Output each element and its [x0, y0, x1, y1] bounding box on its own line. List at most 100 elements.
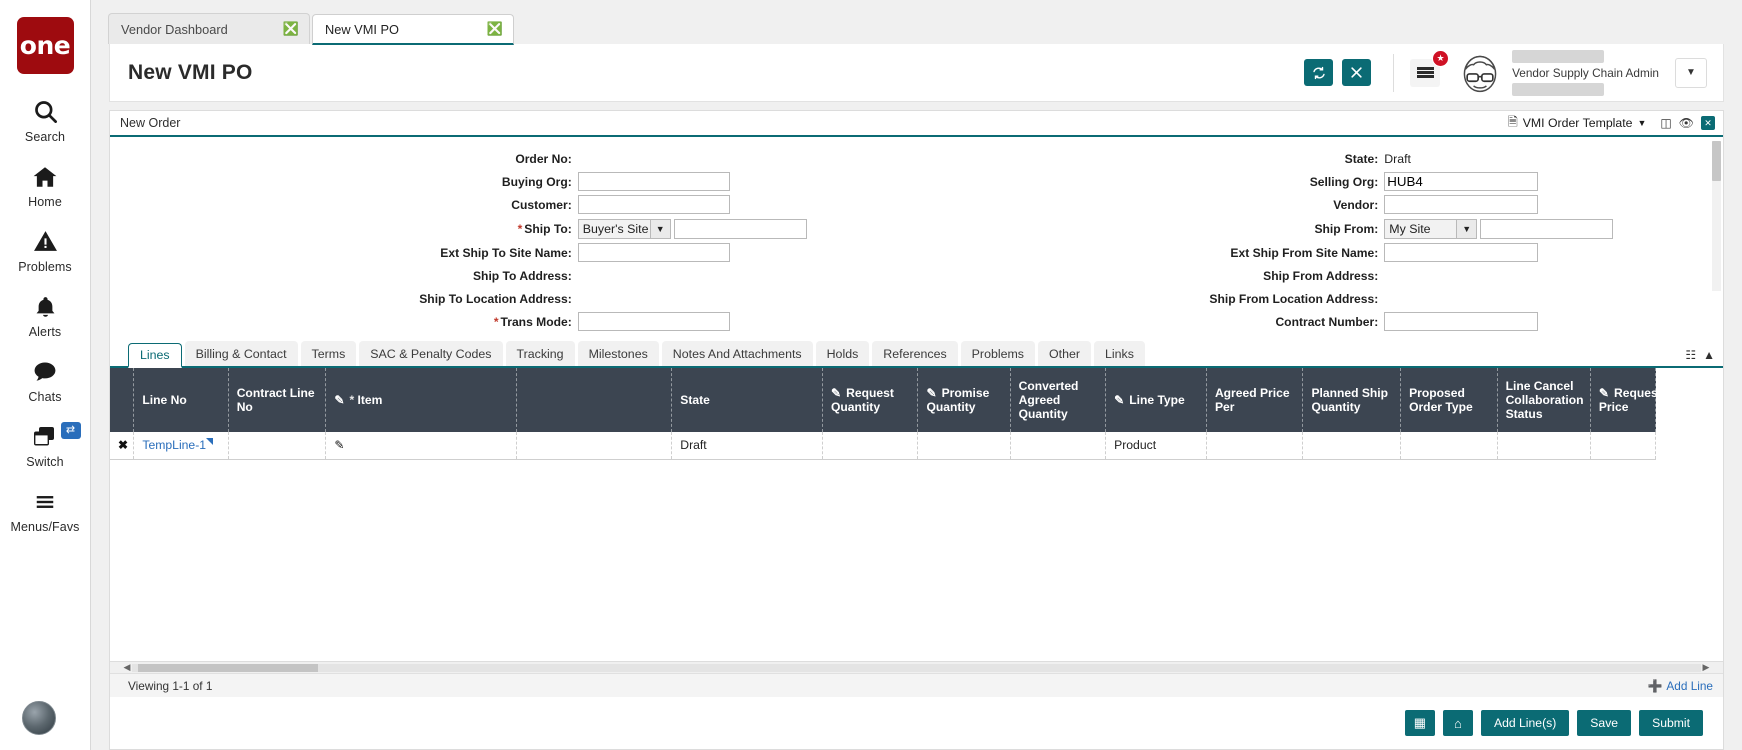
tab-references[interactable]: References [872, 341, 957, 366]
switch-toggle-badge-icon[interactable]: ⇄ [61, 422, 81, 439]
col-line-no[interactable]: Line No [134, 368, 228, 432]
tab-lines[interactable]: Lines [128, 343, 182, 368]
sidebar-item-menus-favs[interactable]: Menus/Favs [0, 486, 91, 534]
cell-request-price[interactable] [1590, 432, 1655, 459]
col-proposed-order-type[interactable]: Proposed Order Type [1401, 368, 1498, 432]
ship-from-type-select[interactable]: My Site ▼ [1384, 219, 1477, 239]
order-template-selector[interactable]: 🗎 VMI Order Template ▼ [1508, 113, 1647, 134]
cell-item[interactable]: ✎ [326, 432, 517, 459]
scroll-right-icon[interactable]: ▶ [1701, 662, 1711, 673]
col-state[interactable]: State [672, 368, 823, 432]
table-row[interactable]: ✖ TempLine-1 ✎ Draft Product [110, 432, 1656, 459]
main-area: Vendor Dashboard ❎ New VMI PO ❎ New VMI … [91, 0, 1742, 750]
col-line-type[interactable]: ✎Line Type [1106, 368, 1207, 432]
delete-row-icon[interactable]: ✖ [118, 438, 128, 452]
tab-other[interactable]: Other [1038, 341, 1091, 366]
form-scrollbar-thumb[interactable] [1712, 141, 1721, 181]
tab-holds[interactable]: Holds [816, 341, 870, 366]
ext-ship-to-site-name-input[interactable] [578, 243, 730, 262]
cell-planned-ship-quantity [1303, 432, 1401, 459]
col-line-cancel-collaboration-status[interactable]: Line Cancel Collaboration Status [1497, 368, 1590, 432]
tab-problems[interactable]: Problems [961, 341, 1035, 366]
cell-promise-quantity[interactable] [918, 432, 1010, 459]
sidebar-item-label: Problems [18, 260, 72, 274]
card-close-icon[interactable]: ✕ [1701, 116, 1715, 130]
submit-button[interactable]: Submit [1639, 710, 1703, 736]
grid-view-button[interactable]: ▦ [1405, 710, 1435, 736]
buying-org-input[interactable] [578, 172, 730, 191]
refresh-button[interactable] [1304, 59, 1333, 86]
grid-horizontal-scrollbar[interactable]: ◀ ▶ [110, 661, 1723, 673]
col-request-price[interactable]: ✎Request Price [1590, 368, 1655, 432]
edit-icon[interactable]: ✎ [334, 438, 344, 452]
trans-mode-input[interactable] [578, 312, 730, 331]
col-agreed-price-per[interactable]: Agreed Price Per [1206, 368, 1303, 432]
scrollbar-thumb[interactable] [138, 664, 318, 672]
sidebar-item-alerts[interactable]: Alerts [0, 291, 91, 339]
close-page-button[interactable] [1342, 59, 1371, 86]
sidebar-item-label: Chats [28, 390, 61, 404]
add-lines-button[interactable]: Add Line(s) [1481, 710, 1569, 736]
field-ship-from-address: Ship From Address: [917, 264, 1724, 287]
col-converted-agreed-quantity[interactable]: Converted Agreed Quantity [1010, 368, 1105, 432]
tab-links[interactable]: Links [1094, 341, 1145, 366]
save-button[interactable]: Save [1577, 710, 1631, 736]
tab-notes-and-attachments[interactable]: Notes And Attachments [662, 341, 813, 366]
cell-line-no[interactable]: TempLine-1 [134, 432, 228, 459]
sidebar-item-problems[interactable]: Problems [0, 226, 91, 274]
line-no-link[interactable]: TempLine-1 [142, 438, 206, 452]
vendor-input[interactable] [1384, 195, 1538, 214]
sidebar-item-switch[interactable]: ⇄ Switch [0, 421, 91, 469]
sidebar-item-search[interactable]: Search [0, 96, 91, 144]
customer-input[interactable] [578, 195, 730, 214]
cell-item-extra[interactable] [517, 432, 672, 459]
selling-org-input[interactable] [1384, 172, 1538, 191]
tab-label: Terms [312, 347, 346, 361]
tab-milestones[interactable]: Milestones [578, 341, 659, 366]
workspace-tab-vendor-dashboard[interactable]: Vendor Dashboard ❎ [108, 13, 310, 44]
field-label: Ship From Address: [917, 269, 1385, 283]
collapse-up-icon[interactable]: ▲ [1703, 348, 1715, 362]
cell-line-type[interactable]: Product [1106, 432, 1207, 459]
sidebar-item-chats[interactable]: Chats [0, 356, 91, 404]
field-label: *Trans Mode: [110, 315, 578, 329]
ext-ship-from-site-name-input[interactable] [1384, 243, 1538, 262]
layout-icon[interactable]: ◫ [1660, 116, 1671, 130]
tab-tracking[interactable]: Tracking [506, 341, 575, 366]
tab-terms[interactable]: Terms [301, 341, 357, 366]
workspace-tab-new-vmi-po[interactable]: New VMI PO ❎ [312, 14, 514, 45]
search-icon [32, 96, 59, 127]
home-button[interactable]: ⌂ [1443, 710, 1473, 736]
sidebar-item-home[interactable]: Home [0, 161, 91, 209]
col-request-quantity[interactable]: ✎Request Quantity [823, 368, 918, 432]
col-contract-line-no[interactable]: Contract Line No [228, 368, 326, 432]
col-planned-ship-quantity[interactable]: Planned Ship Quantity [1303, 368, 1401, 432]
ship-to-type-select[interactable]: Buyer's Site ▼ [578, 219, 671, 239]
close-icon[interactable]: ❎ [283, 21, 299, 37]
tab-billing-contact[interactable]: Billing & Contact [185, 341, 298, 366]
cell-converted-agreed-quantity [1010, 432, 1105, 459]
user-menu-chevron-down-icon[interactable]: ▼ [1675, 58, 1707, 88]
grid-icon: ▦ [1414, 715, 1426, 731]
ship-to-input[interactable] [674, 219, 807, 239]
cell-delete[interactable]: ✖ [110, 432, 134, 459]
home-icon [31, 161, 59, 192]
col-item[interactable]: ✎* Item [326, 368, 517, 432]
tab-sac-penalty-codes[interactable]: SAC & Penalty Codes [359, 341, 502, 366]
col-promise-quantity[interactable]: ✎Promise Quantity [918, 368, 1010, 432]
menu-button[interactable]: ★ [1410, 59, 1440, 87]
scroll-left-icon[interactable]: ◀ [122, 662, 132, 673]
ship-from-input[interactable] [1480, 219, 1613, 239]
cell-contract-line-no[interactable] [228, 432, 326, 459]
add-line-button[interactable]: ➕ Add Line [1647, 679, 1713, 693]
form-scrollbar[interactable] [1712, 141, 1721, 291]
user-avatar[interactable] [1458, 51, 1502, 95]
scrollbar-track[interactable] [132, 664, 1701, 672]
eye-icon[interactable]: 👁 [1679, 116, 1694, 130]
contract-number-input[interactable] [1384, 312, 1538, 331]
one-network-logo[interactable]: one [17, 17, 74, 74]
close-icon[interactable]: ❎ [487, 21, 503, 37]
grid-settings-icon[interactable]: ☷ [1685, 348, 1696, 362]
cell-request-quantity[interactable] [823, 432, 918, 459]
user-avatar-bottom[interactable] [22, 701, 56, 735]
